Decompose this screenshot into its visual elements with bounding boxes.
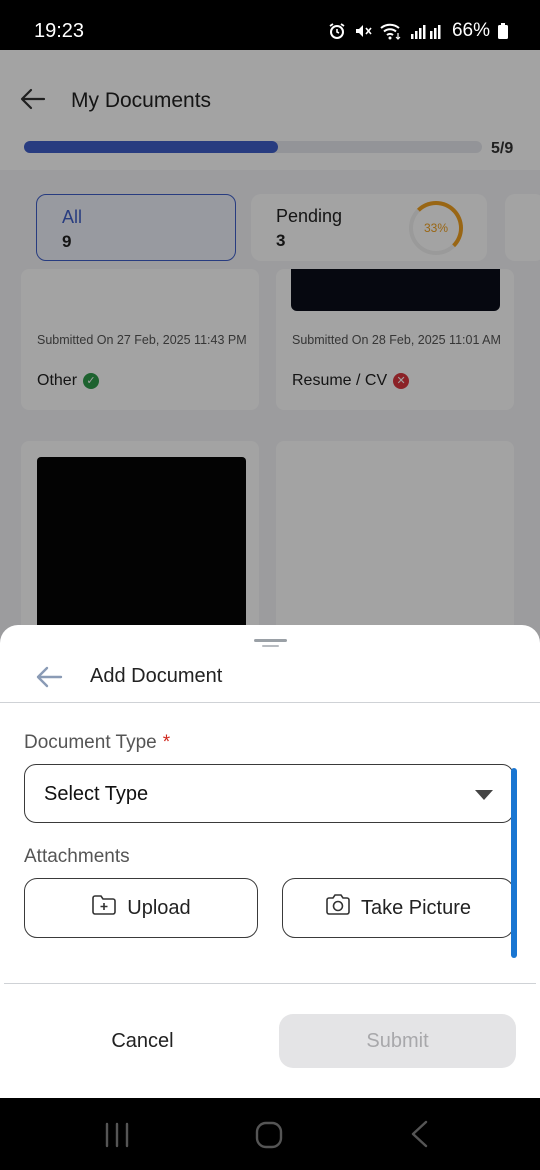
document-type-text: Document Type: [24, 732, 157, 753]
drag-handle-inner: [262, 645, 279, 647]
mute-icon: [354, 22, 372, 40]
select-value: Select Type: [44, 783, 149, 805]
cancel-button[interactable]: Cancel: [40, 1014, 245, 1068]
alarm-icon: [328, 22, 346, 40]
status-icons: 66%: [328, 20, 508, 42]
battery-percent: 66%: [451, 20, 490, 41]
scrollbar[interactable]: [511, 768, 517, 958]
caret-down-icon: [475, 790, 493, 800]
back-arrow-icon[interactable]: [34, 662, 64, 692]
divider: [4, 983, 536, 984]
home-icon[interactable]: [255, 1121, 283, 1154]
upload-button[interactable]: Upload: [24, 878, 258, 938]
take-picture-label: Take Picture: [360, 896, 472, 919]
document-type-select[interactable]: Select Type: [24, 764, 514, 823]
system-nav-bar: [0, 1098, 540, 1170]
upload-label: Upload: [127, 896, 191, 919]
required-mark: *: [162, 732, 171, 753]
signal-icon: [410, 22, 444, 40]
divider: [0, 702, 540, 703]
battery-icon: [498, 23, 508, 39]
nav-back-icon[interactable]: [408, 1120, 430, 1153]
status-time: 19:23: [34, 20, 85, 42]
wifi-icon: [380, 22, 402, 40]
status-bar: 19:23 66%: [0, 0, 540, 50]
attachments-label: Attachments: [24, 846, 130, 867]
recent-apps-icon[interactable]: [103, 1122, 131, 1153]
document-type-label: Document Type *: [24, 732, 170, 754]
drag-handle[interactable]: [254, 639, 287, 642]
submit-button[interactable]: Submit: [279, 1014, 516, 1068]
camera-icon: [325, 894, 351, 922]
add-document-sheet: Add Document Document Type * Select Type …: [0, 625, 540, 1098]
take-picture-button[interactable]: Take Picture: [282, 878, 514, 938]
folder-plus-icon: [91, 894, 117, 922]
sheet-title: Add Document: [90, 665, 223, 687]
